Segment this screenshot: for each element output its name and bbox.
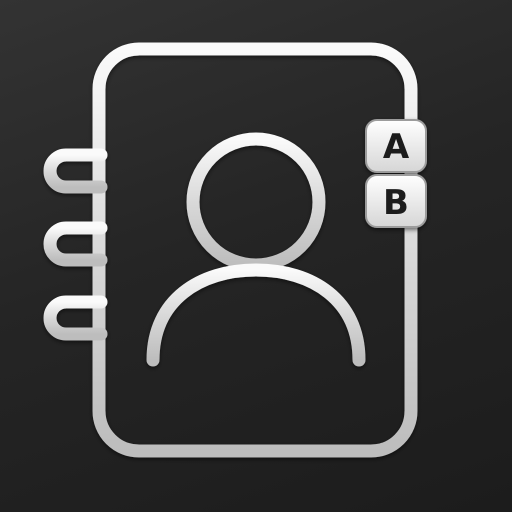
tab-b-letter: B xyxy=(383,183,409,223)
tab-b[interactable]: B xyxy=(365,174,427,228)
person-icon xyxy=(146,132,366,367)
tab-a-letter: A xyxy=(383,127,410,167)
address-book-app-icon[interactable]: A B xyxy=(0,0,512,512)
address-book-icon: A B xyxy=(43,42,427,458)
tab-a[interactable]: A xyxy=(365,119,427,173)
book-outline xyxy=(92,42,418,458)
